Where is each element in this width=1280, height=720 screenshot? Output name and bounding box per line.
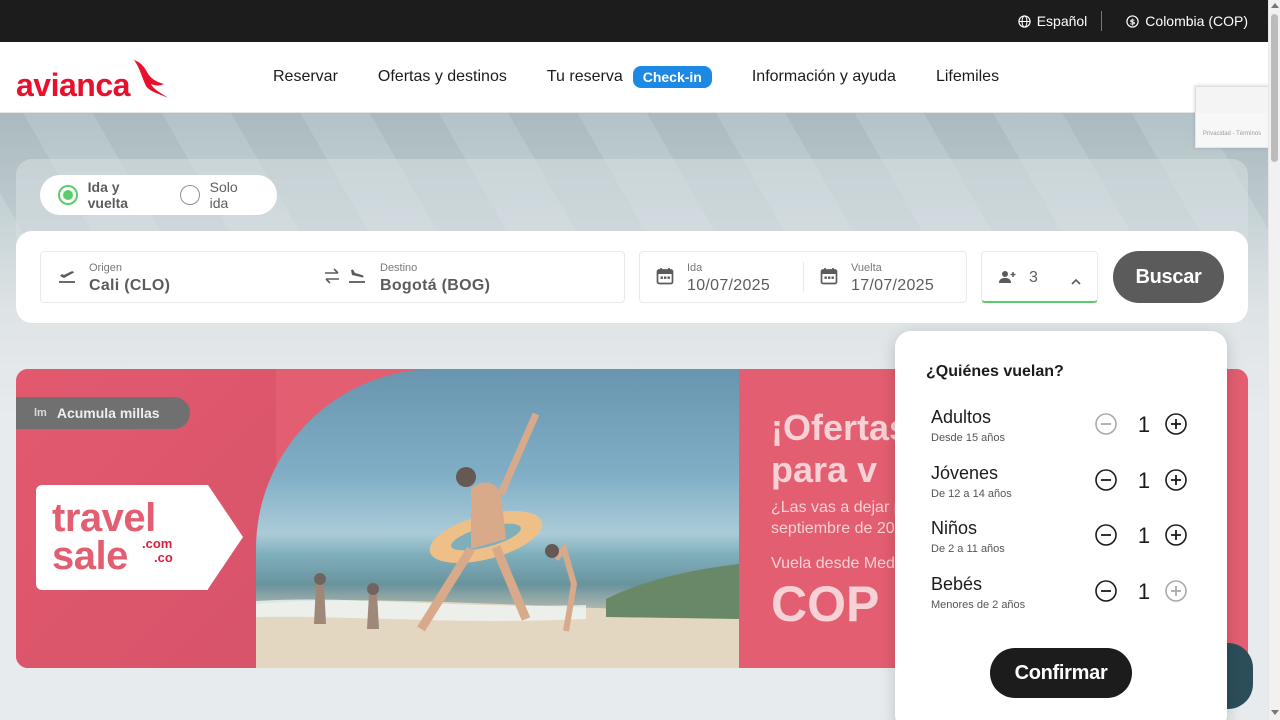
travel-sale-domain1: .com bbox=[142, 536, 173, 551]
scroll-down-arrow-icon[interactable] bbox=[1271, 710, 1279, 715]
travel-sale-domain2: .co bbox=[154, 550, 173, 565]
logo-text: avianca bbox=[16, 67, 130, 103]
avianca-logo[interactable]: avianca bbox=[16, 56, 170, 103]
passenger-type-desc: Menores de 2 años bbox=[931, 599, 1026, 611]
passenger-type-desc: De 12 a 14 años bbox=[931, 488, 1012, 500]
passenger-count-value: 1 bbox=[1137, 468, 1151, 493]
plus-icon[interactable] bbox=[1165, 469, 1187, 496]
passenger-type-name: Bebés bbox=[931, 574, 983, 594]
passenger-type-name: Adultos bbox=[931, 407, 992, 427]
scroll-up-arrow-icon[interactable] bbox=[1271, 3, 1279, 8]
passenger-popup: ¿Quiénes vuelan? Adultos Desde 15 años 1… bbox=[895, 331, 1227, 720]
svg-text:$: $ bbox=[1130, 16, 1136, 26]
passenger-row-children: Niños De 2 a 11 años 1 bbox=[931, 518, 1201, 562]
passenger-type-desc: Desde 15 años bbox=[931, 432, 1005, 444]
top-utility-bar: Español $ Colombia (COP) bbox=[0, 0, 1268, 42]
region-selector[interactable]: $ Colombia (COP) bbox=[1126, 13, 1248, 29]
passenger-type-desc: De 2 a 11 años bbox=[931, 543, 1005, 555]
plus-icon[interactable] bbox=[1165, 413, 1187, 440]
nav-item-tu-reserva-label: Tu reserva bbox=[546, 68, 623, 85]
currency-icon: $ bbox=[1126, 14, 1139, 28]
language-selector[interactable]: Español bbox=[1018, 13, 1088, 29]
logo-bird-icon bbox=[130, 56, 170, 103]
language-label: Español bbox=[1036, 13, 1088, 29]
nav-item-reservar[interactable]: Reservar bbox=[273, 68, 338, 86]
nav-item-ofertas[interactable]: Ofertas y destinos bbox=[378, 68, 507, 86]
minus-icon[interactable] bbox=[1095, 469, 1117, 496]
minus-icon[interactable] bbox=[1095, 524, 1117, 551]
divider bbox=[1101, 11, 1103, 31]
globe-icon bbox=[1018, 14, 1031, 28]
passenger-row-infants: Bebés Menores de 2 años 1 bbox=[931, 574, 1201, 618]
plus-icon[interactable] bbox=[1165, 580, 1187, 607]
checkin-badge[interactable]: Check-in bbox=[632, 66, 712, 88]
passenger-row-youth: Jóvenes De 12 a 14 años 1 bbox=[931, 463, 1201, 507]
nav-links: Reservar Ofertas y destinos Tu reserva C… bbox=[273, 42, 1039, 112]
confirm-button[interactable]: Confirmar bbox=[990, 648, 1132, 698]
passenger-count-value: 1 bbox=[1137, 523, 1151, 548]
travel-sale-domain: .com .co bbox=[142, 537, 173, 565]
passenger-row-adults: Adultos Desde 15 años 1 bbox=[931, 407, 1201, 451]
nav-item-informacion[interactable]: Información y ayuda bbox=[752, 68, 896, 86]
popup-title: ¿Quiénes vuelan? bbox=[926, 363, 1064, 380]
plus-icon[interactable] bbox=[1165, 524, 1187, 551]
nav-item-lifemiles[interactable]: Lifemiles bbox=[936, 68, 999, 86]
passenger-type-name: Niños bbox=[931, 518, 978, 538]
scroll-thumb[interactable] bbox=[1271, 14, 1278, 162]
main-navigation: avianca Reservar Ofertas y destinos Tu r… bbox=[0, 42, 1268, 113]
minus-icon[interactable] bbox=[1095, 580, 1117, 607]
passenger-type-name: Jóvenes bbox=[931, 463, 999, 483]
nav-item-tu-reserva[interactable]: Tu reserva Check-in bbox=[547, 66, 712, 88]
passenger-count-value: 1 bbox=[1137, 412, 1151, 437]
passenger-count-value: 1 bbox=[1137, 579, 1151, 604]
region-label: Colombia (COP) bbox=[1145, 13, 1248, 29]
page-scrollbar[interactable] bbox=[1268, 0, 1280, 720]
minus-icon[interactable] bbox=[1095, 413, 1117, 440]
